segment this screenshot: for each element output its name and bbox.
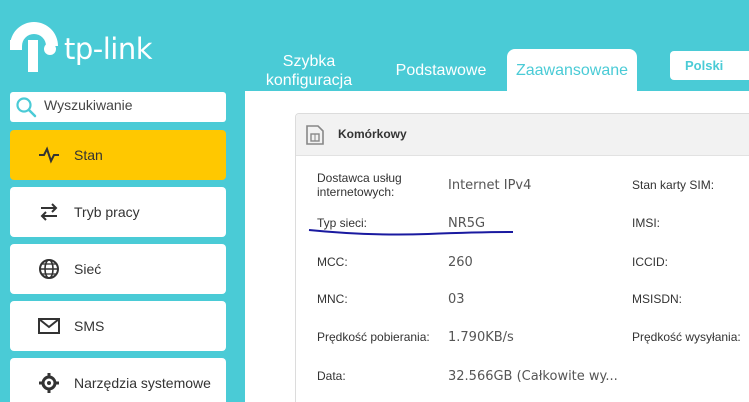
sidebar-item-label: Sieć <box>74 261 102 277</box>
upload-speed-label: Prędkość wysyłania: <box>632 330 741 344</box>
mcc-label: MCC: <box>317 255 348 269</box>
imsi-label: IMSI: <box>632 216 661 230</box>
search-placeholder: Wyszukiwanie <box>44 97 133 113</box>
panel-header: Komórkowy <box>296 114 749 156</box>
data-value: 32.566GB (Całkowite wy... <box>448 369 618 384</box>
pulse-icon <box>39 146 59 164</box>
sidebar-item-sms[interactable]: SMS <box>10 301 226 351</box>
mcc-value: 260 <box>448 255 473 270</box>
globe-icon <box>39 259 59 279</box>
sidebar-item-label: Narzędzia systemowe <box>74 375 211 391</box>
tab-quick-setup[interactable]: Szybka konfiguracja <box>250 52 368 90</box>
sidebar-item-label: Tryb pracy <box>74 204 140 220</box>
sim-status-label: Stan karty SIM: <box>632 178 715 192</box>
sim-card-icon <box>306 125 324 145</box>
gear-icon <box>39 373 59 393</box>
mnc-label: MNC: <box>317 292 348 306</box>
language-select[interactable]: Polski <box>670 51 749 80</box>
sidebar-item-status[interactable]: Stan <box>10 130 226 180</box>
cellular-panel: Komórkowy <box>295 113 749 402</box>
tab-basic[interactable]: Podstawowe <box>382 61 500 80</box>
mnc-value: 03 <box>448 292 465 307</box>
isp-label: Dostawca usług internetowych: <box>317 171 402 199</box>
sidebar-item-label: Stan <box>74 147 103 163</box>
sidebar-item-network[interactable]: Sieć <box>10 244 226 294</box>
annotation-underline <box>308 229 514 236</box>
envelope-icon <box>38 318 60 334</box>
sidebar-item-system-tools[interactable]: Narzędzia systemowe <box>10 358 226 402</box>
iccid-label: ICCID: <box>632 255 668 269</box>
search-input[interactable]: Wyszukiwanie <box>10 92 226 122</box>
download-speed-label: Prędkość pobierania: <box>317 330 430 344</box>
tab-advanced[interactable]: Zaawansowane <box>507 49 637 91</box>
swap-arrows-icon <box>40 203 58 221</box>
sidebar-item-operation-mode[interactable]: Tryb pracy <box>10 187 226 237</box>
panel-title: Komórkowy <box>338 127 407 141</box>
search-icon <box>16 97 37 118</box>
isp-value: Internet IPv4 <box>448 178 532 193</box>
data-label: Data: <box>317 369 346 383</box>
sidebar-item-label: SMS <box>74 318 105 334</box>
msisdn-label: MSISDN: <box>632 292 683 306</box>
download-speed-value: 1.790KB/s <box>448 330 514 345</box>
brand-name: tp-link <box>64 32 153 66</box>
